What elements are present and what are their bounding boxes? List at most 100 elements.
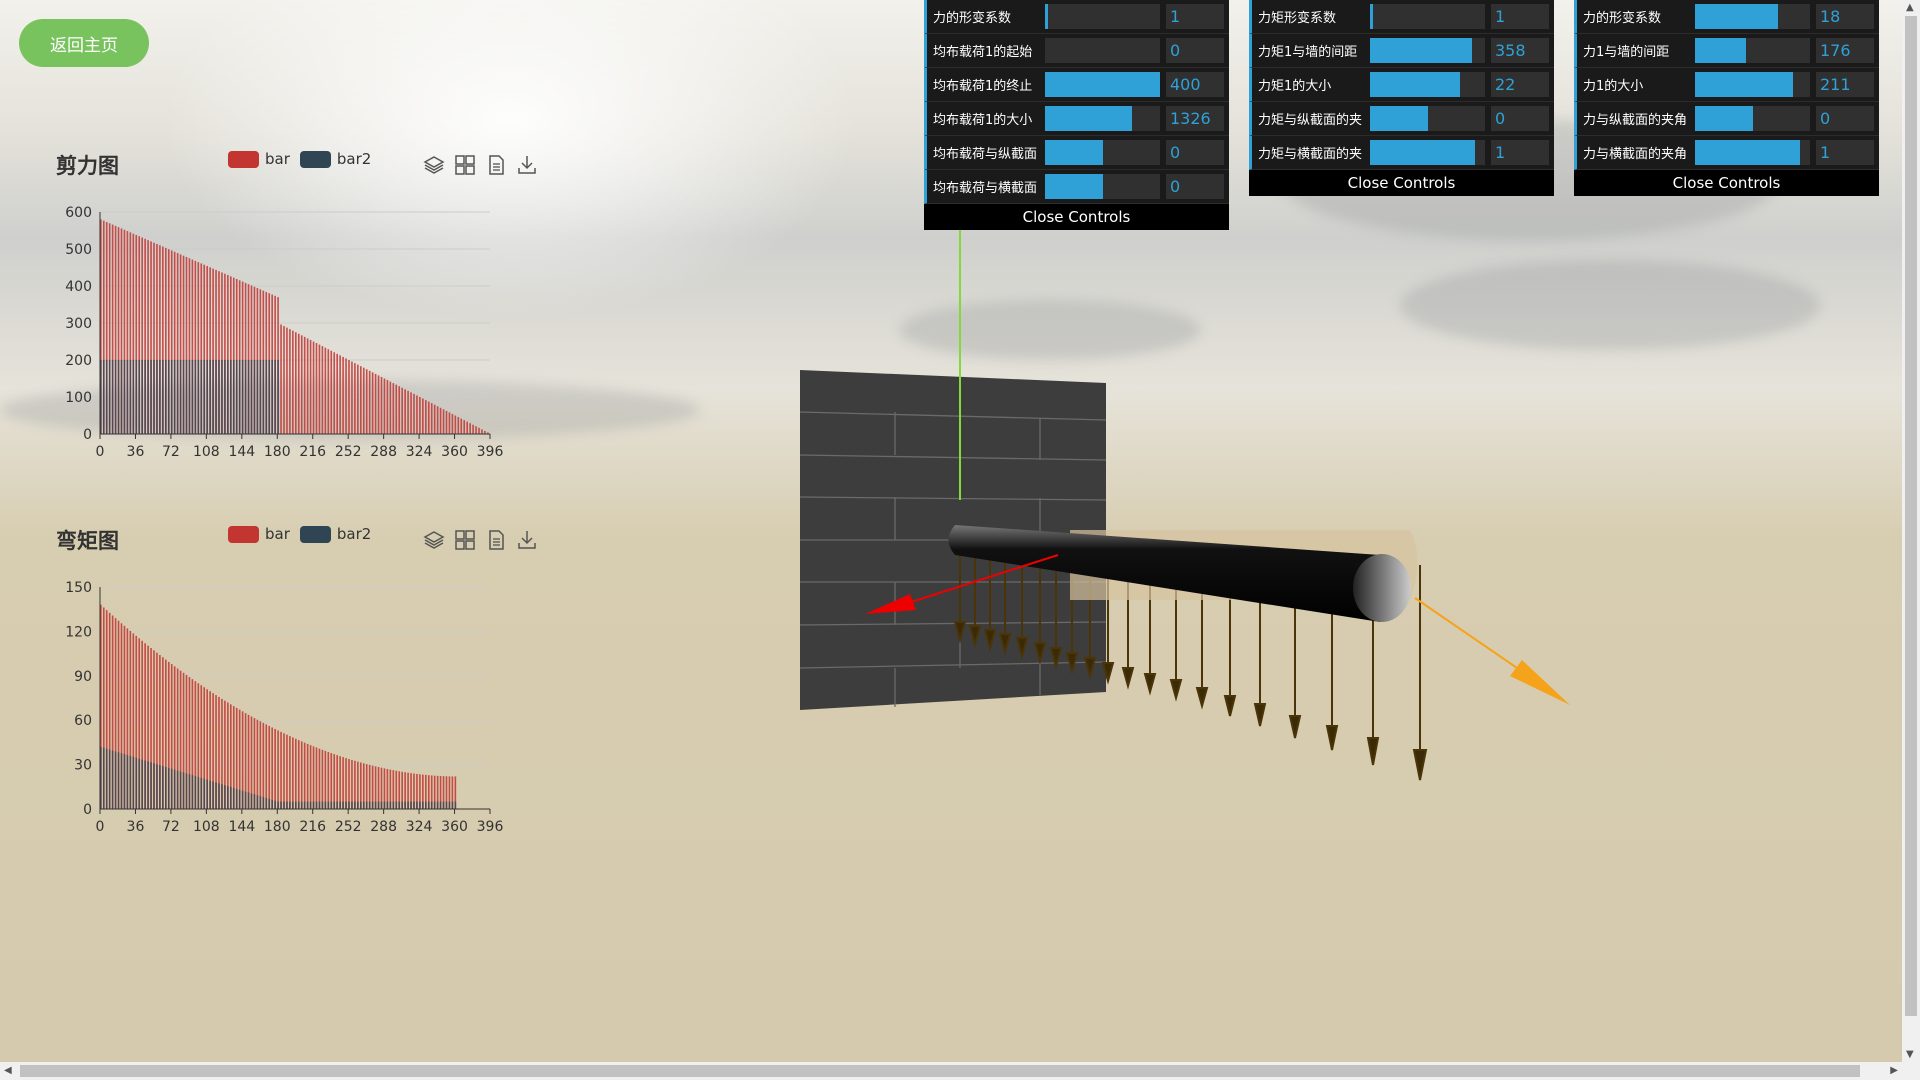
control-slider[interactable] <box>1695 4 1810 29</box>
bar-bar2 <box>114 751 117 809</box>
legend-swatch <box>228 525 259 543</box>
control-value-input[interactable]: 1 <box>1491 140 1549 165</box>
close-controls-button[interactable]: Close Controls <box>1574 170 1879 196</box>
stack-icon[interactable] <box>423 529 445 551</box>
bar-bar2 <box>194 360 197 434</box>
legend-item-bar[interactable]: bar <box>228 525 290 543</box>
y-tick-label: 200 <box>65 353 92 369</box>
bar-bar2 <box>200 360 203 434</box>
bar-bar2 <box>147 360 149 434</box>
scroll-down-icon[interactable]: ▼ <box>1906 1049 1914 1060</box>
control-value-input[interactable]: 1 <box>1491 4 1549 29</box>
bar-bar2 <box>150 762 152 809</box>
bar-bar <box>321 346 324 434</box>
control-label: 力1的大小 <box>1583 79 1644 94</box>
legend-item-bar[interactable]: bar <box>228 150 290 168</box>
bar-bar <box>318 344 321 434</box>
bar-bar2 <box>348 801 350 809</box>
bar-bar2 <box>141 759 143 809</box>
x-tick-label: 108 <box>193 444 220 460</box>
legend-item-bar2[interactable]: bar2 <box>299 525 372 543</box>
control-value-input[interactable]: 176 <box>1816 38 1874 63</box>
control-value-input[interactable]: 1326 <box>1166 106 1224 131</box>
control-slider[interactable] <box>1045 4 1160 29</box>
bar-bar <box>422 398 424 434</box>
control-value-input[interactable]: 22 <box>1491 72 1549 97</box>
control-value-input[interactable]: 358 <box>1491 38 1549 63</box>
control-slider[interactable] <box>1695 38 1810 63</box>
bar-bar2 <box>191 360 194 434</box>
bar-bar <box>451 413 454 434</box>
bar-bar2 <box>147 761 149 809</box>
x-tick-label: 252 <box>335 819 362 835</box>
horizontal-scrollbar[interactable]: ◀ ▶ <box>0 1062 1920 1080</box>
control-slider[interactable] <box>1695 106 1810 131</box>
bar-bar2 <box>295 801 297 809</box>
bar-bar2 <box>324 801 327 809</box>
control-slider[interactable] <box>1045 72 1160 97</box>
control-slider[interactable] <box>1045 38 1160 63</box>
grid-icon[interactable] <box>454 154 476 176</box>
y-tick-label: 0 <box>83 802 92 818</box>
bar-bar2 <box>336 801 338 809</box>
legend-swatch <box>299 150 331 168</box>
vertical-scrollbar[interactable]: ▲ ▼ <box>1902 0 1920 1062</box>
control-value-input[interactable]: 0 <box>1166 174 1224 199</box>
scroll-left-icon[interactable]: ◀ <box>4 1065 12 1076</box>
download-icon[interactable] <box>516 529 538 551</box>
control-value-input[interactable]: 0 <box>1166 140 1224 165</box>
bar-bar <box>433 404 436 434</box>
bar-bar2 <box>129 360 132 434</box>
bar-bar2 <box>232 787 235 809</box>
bar-bar2 <box>165 360 167 434</box>
scroll-up-icon[interactable]: ▲ <box>1906 2 1914 13</box>
scrollbar-thumb[interactable] <box>1905 16 1917 1016</box>
bar-bar <box>265 724 268 809</box>
document-icon[interactable] <box>485 529 507 551</box>
control-value-input[interactable]: 400 <box>1166 72 1224 97</box>
control-slider[interactable] <box>1045 140 1160 165</box>
control-value-input[interactable]: 0 <box>1166 38 1224 63</box>
download-icon[interactable] <box>516 154 538 176</box>
control-slider[interactable] <box>1370 106 1485 131</box>
moment-chart-panel: 弯矩图 bar bar2 0 30 60 90 120 150 0 36 72 108 144 180… <box>40 525 560 865</box>
chart-toolbox <box>423 529 538 551</box>
bar-bar <box>289 329 291 434</box>
control-value-input[interactable]: 211 <box>1816 72 1874 97</box>
scrollbar-thumb[interactable] <box>20 1065 1860 1077</box>
control-slider[interactable] <box>1370 38 1485 63</box>
scroll-right-icon[interactable]: ▶ <box>1890 1065 1898 1076</box>
control-slider[interactable] <box>1370 72 1485 97</box>
bar-bar2 <box>179 771 182 809</box>
legend-label: bar2 <box>336 525 372 543</box>
bar-bar2 <box>135 757 138 809</box>
bar-bar2 <box>283 801 285 809</box>
control-slider[interactable] <box>1695 140 1810 165</box>
bar-bar2 <box>123 360 126 434</box>
bar-bar2 <box>253 794 256 809</box>
x-tick-label: 108 <box>193 819 220 835</box>
control-panel-force: 力的形变系数 18 力1与墙的间距 176 力1的大小 211 力与纵截面的夹角… <box>1574 0 1879 196</box>
control-value-input[interactable]: 18 <box>1816 4 1874 29</box>
x-tick-label: 144 <box>228 819 255 835</box>
grid-icon[interactable] <box>454 529 476 551</box>
legend-item-bar2[interactable]: bar2 <box>299 150 371 168</box>
home-button[interactable]: 返回主页 <box>19 19 149 67</box>
bar-bar <box>392 383 395 434</box>
control-value-input[interactable]: 0 <box>1491 106 1549 131</box>
x-tick-label: 396 <box>477 819 504 835</box>
control-slider[interactable] <box>1045 174 1160 199</box>
control-slider[interactable] <box>1045 106 1160 131</box>
bar-bar2 <box>108 749 111 809</box>
control-slider[interactable] <box>1370 4 1485 29</box>
control-slider[interactable] <box>1370 140 1485 165</box>
control-slider[interactable] <box>1695 72 1810 97</box>
control-value-input[interactable]: 0 <box>1816 106 1874 131</box>
control-label: 力矩与横截面的夹 <box>1258 147 1363 162</box>
control-value-input[interactable]: 1 <box>1166 4 1224 29</box>
control-value-input[interactable]: 1 <box>1816 140 1874 165</box>
close-controls-button[interactable]: Close Controls <box>1249 170 1554 196</box>
document-icon[interactable] <box>485 154 507 176</box>
stack-icon[interactable] <box>423 154 445 176</box>
close-controls-button[interactable]: Close Controls <box>924 204 1229 230</box>
